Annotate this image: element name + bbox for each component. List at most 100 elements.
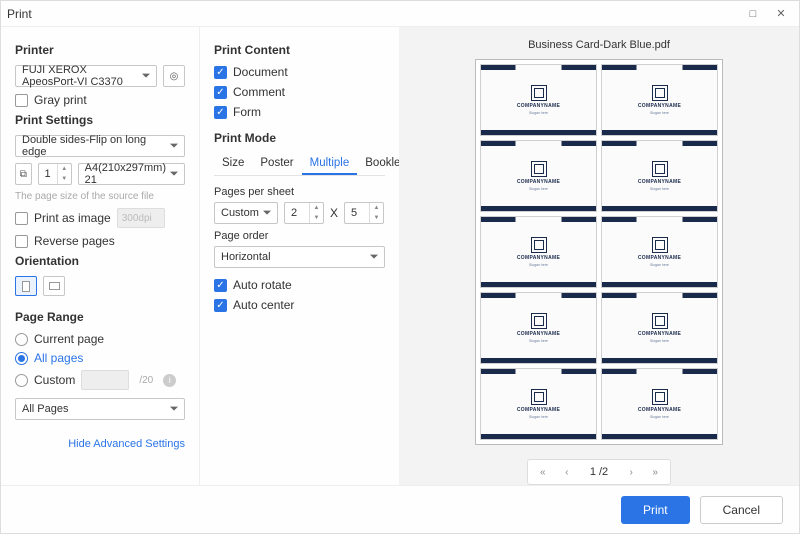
- print-as-image-label: Print as image: [34, 211, 111, 225]
- preview-card: COMPANYNAMESlogan here: [480, 292, 597, 364]
- all-pages-radio[interactable]: All pages: [15, 351, 185, 365]
- company-logo-icon: [652, 313, 668, 329]
- portrait-icon: [22, 281, 30, 292]
- print-as-image-checkbox[interactable]: Print as image 300dpi: [15, 208, 185, 228]
- radio-icon: [15, 333, 28, 346]
- checkbox-icon: [15, 212, 28, 225]
- orientation-landscape[interactable]: [43, 276, 65, 296]
- cancel-button[interactable]: Cancel: [700, 496, 783, 524]
- auto-rotate-checkbox[interactable]: ✓Auto rotate: [214, 278, 385, 292]
- company-logo-icon: [531, 85, 547, 101]
- mode-tabs: Size Poster Multiple Booklet: [214, 153, 385, 176]
- form-label: Form: [233, 105, 261, 119]
- print-settings-heading: Print Settings: [15, 113, 185, 127]
- print-mode-heading: Print Mode: [214, 131, 385, 145]
- printer-select[interactable]: FUJI XEROX ApeosPort-VI C3370: [15, 65, 157, 87]
- copies-stepper[interactable]: 1 ▲▼: [38, 163, 72, 185]
- gray-print-checkbox[interactable]: Gray print: [15, 93, 185, 107]
- pps-mode-value: Custom: [221, 207, 259, 219]
- checkbox-icon: ✓: [214, 86, 227, 99]
- current-page-radio[interactable]: Current page: [15, 332, 185, 346]
- copies-value: 1: [39, 168, 57, 180]
- pager-last-icon[interactable]: »: [644, 462, 666, 482]
- company-logo-icon: [652, 161, 668, 177]
- info-icon[interactable]: i: [163, 374, 176, 387]
- paper-hint: The page size of the source file: [15, 191, 185, 202]
- checkbox-icon: ✓: [214, 106, 227, 119]
- page-order-value: Horizontal: [221, 251, 271, 263]
- printer-settings-icon[interactable]: ◎: [163, 65, 185, 87]
- maximize-button[interactable]: □: [741, 4, 765, 24]
- company-logo-icon: [531, 389, 547, 405]
- pages-per-sheet-label: Pages per sheet: [214, 186, 385, 198]
- reverse-pages-label: Reverse pages: [34, 234, 115, 248]
- print-button[interactable]: Print: [621, 496, 690, 524]
- custom-label: Custom: [34, 373, 75, 387]
- preview-card: COMPANYNAMESlogan here: [601, 292, 718, 364]
- print-content-heading: Print Content: [214, 43, 385, 57]
- x-separator: X: [330, 206, 338, 220]
- preview-card: COMPANYNAMESlogan here: [601, 140, 718, 212]
- paper-size-select[interactable]: A4(210x297mm) 21: [78, 163, 185, 185]
- company-logo-icon: [531, 237, 547, 253]
- pager-first-icon[interactable]: «: [532, 462, 554, 482]
- window-title: Print: [7, 7, 32, 21]
- company-logo-icon: [652, 85, 668, 101]
- stepper-down-icon[interactable]: ▼: [370, 213, 383, 223]
- tab-multiple[interactable]: Multiple: [302, 153, 358, 175]
- custom-range-input: [81, 370, 129, 390]
- duplex-select[interactable]: Double sides-Flip on long edge: [15, 135, 185, 157]
- stepper-down-icon[interactable]: ▼: [310, 213, 323, 223]
- company-logo-icon: [531, 161, 547, 177]
- tab-poster[interactable]: Poster: [252, 153, 301, 175]
- printer-selected: FUJI XEROX ApeosPort-VI C3370: [22, 64, 138, 88]
- dpi-input: 300dpi: [117, 208, 165, 228]
- radio-icon: [15, 374, 28, 387]
- checkbox-icon: [15, 235, 28, 248]
- preview-card: COMPANYNAMESlogan here: [601, 368, 718, 440]
- printer-heading: Printer: [15, 43, 185, 57]
- document-checkbox[interactable]: ✓Document: [214, 65, 385, 79]
- all-pages-label: All pages: [34, 351, 83, 365]
- orientation-heading: Orientation: [15, 254, 185, 268]
- page-order-select[interactable]: Horizontal: [214, 246, 385, 268]
- page-filter-value: All Pages: [22, 403, 68, 415]
- reverse-pages-checkbox[interactable]: Reverse pages: [15, 234, 185, 248]
- titlebar: Print □ ✕: [1, 1, 799, 27]
- pager-text: 1 /2: [580, 466, 618, 478]
- company-logo-icon: [652, 237, 668, 253]
- stepper-up-icon[interactable]: ▲: [310, 203, 323, 213]
- page-filter-select[interactable]: All Pages: [15, 398, 185, 420]
- radio-icon: [15, 352, 28, 365]
- stepper-up-icon[interactable]: ▲: [370, 203, 383, 213]
- cols-stepper[interactable]: 2▲▼: [284, 202, 324, 224]
- auto-center-checkbox[interactable]: ✓ Auto center: [214, 298, 385, 312]
- total-pages: /20: [139, 375, 153, 386]
- comment-checkbox[interactable]: ✓ Comment: [214, 85, 385, 99]
- preview-card: COMPANYNAMESlogan here: [480, 216, 597, 288]
- stepper-down-icon[interactable]: ▼: [58, 174, 71, 184]
- form-checkbox[interactable]: ✓ Form: [214, 105, 385, 119]
- checkbox-icon: ✓: [214, 299, 227, 312]
- preview-card: COMPANYNAMESlogan here: [480, 140, 597, 212]
- pager-prev-icon[interactable]: ‹: [556, 462, 578, 482]
- preview-sheet: COMPANYNAMESlogan here COMPANYNAMESlogan…: [475, 59, 723, 445]
- collate-icon[interactable]: ⧉: [15, 163, 32, 185]
- tab-size[interactable]: Size: [214, 153, 252, 175]
- custom-range-radio[interactable]: Custom /20 i: [15, 370, 185, 390]
- close-button[interactable]: ✕: [769, 4, 793, 24]
- advanced-settings-link[interactable]: Hide Advanced Settings: [15, 438, 185, 450]
- comment-label: Comment: [233, 85, 285, 99]
- pps-mode-select[interactable]: Custom: [214, 202, 278, 224]
- auto-center-label: Auto center: [233, 298, 294, 312]
- rows-stepper[interactable]: 5▲▼: [344, 202, 384, 224]
- pager-next-icon[interactable]: ›: [620, 462, 642, 482]
- cols-value: 2: [285, 207, 309, 219]
- paper-value: A4(210x297mm) 21: [85, 162, 166, 186]
- checkbox-icon: [15, 94, 28, 107]
- stepper-up-icon[interactable]: ▲: [58, 164, 71, 174]
- rows-value: 5: [345, 207, 369, 219]
- preview-card: COMPANYNAMESlogan here: [480, 64, 597, 136]
- orientation-portrait[interactable]: [15, 276, 37, 296]
- current-page-label: Current page: [34, 332, 104, 346]
